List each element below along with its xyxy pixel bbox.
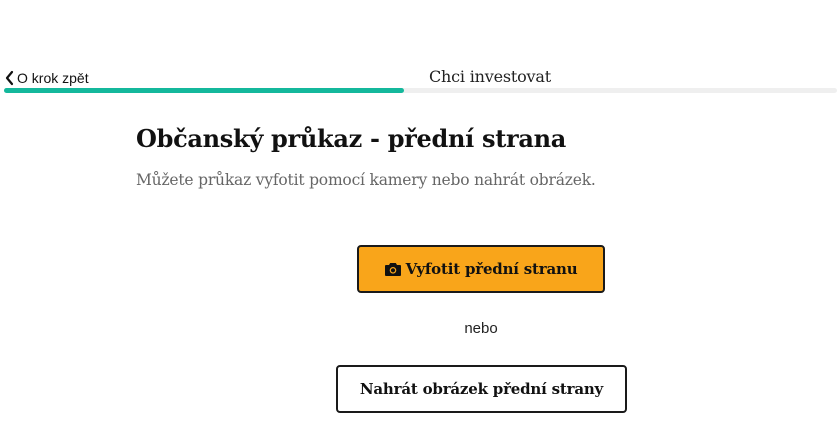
progress-bar: [4, 88, 837, 93]
take-photo-button[interactable]: Vyfotit přední stranu: [357, 245, 605, 293]
camera-icon: [384, 263, 401, 276]
step-title: Chci investovat: [429, 67, 551, 86]
chevron-left-icon: [5, 70, 14, 86]
or-separator: nebo: [464, 320, 498, 337]
progress-bar-fill: [4, 88, 404, 93]
page-subtitle: Můžete průkaz vyfotit pomocí kamery nebo…: [136, 171, 596, 189]
take-photo-label: Vyfotit přední stranu: [405, 260, 578, 278]
page-title: Občanský průkaz - přední strana: [136, 124, 566, 153]
upload-image-button[interactable]: Nahrát obrázek přední strany: [336, 365, 627, 413]
back-button-label: O krok zpět: [17, 70, 89, 86]
back-button[interactable]: O krok zpět: [4, 68, 89, 88]
upload-image-label: Nahrát obrázek přední strany: [359, 380, 604, 398]
